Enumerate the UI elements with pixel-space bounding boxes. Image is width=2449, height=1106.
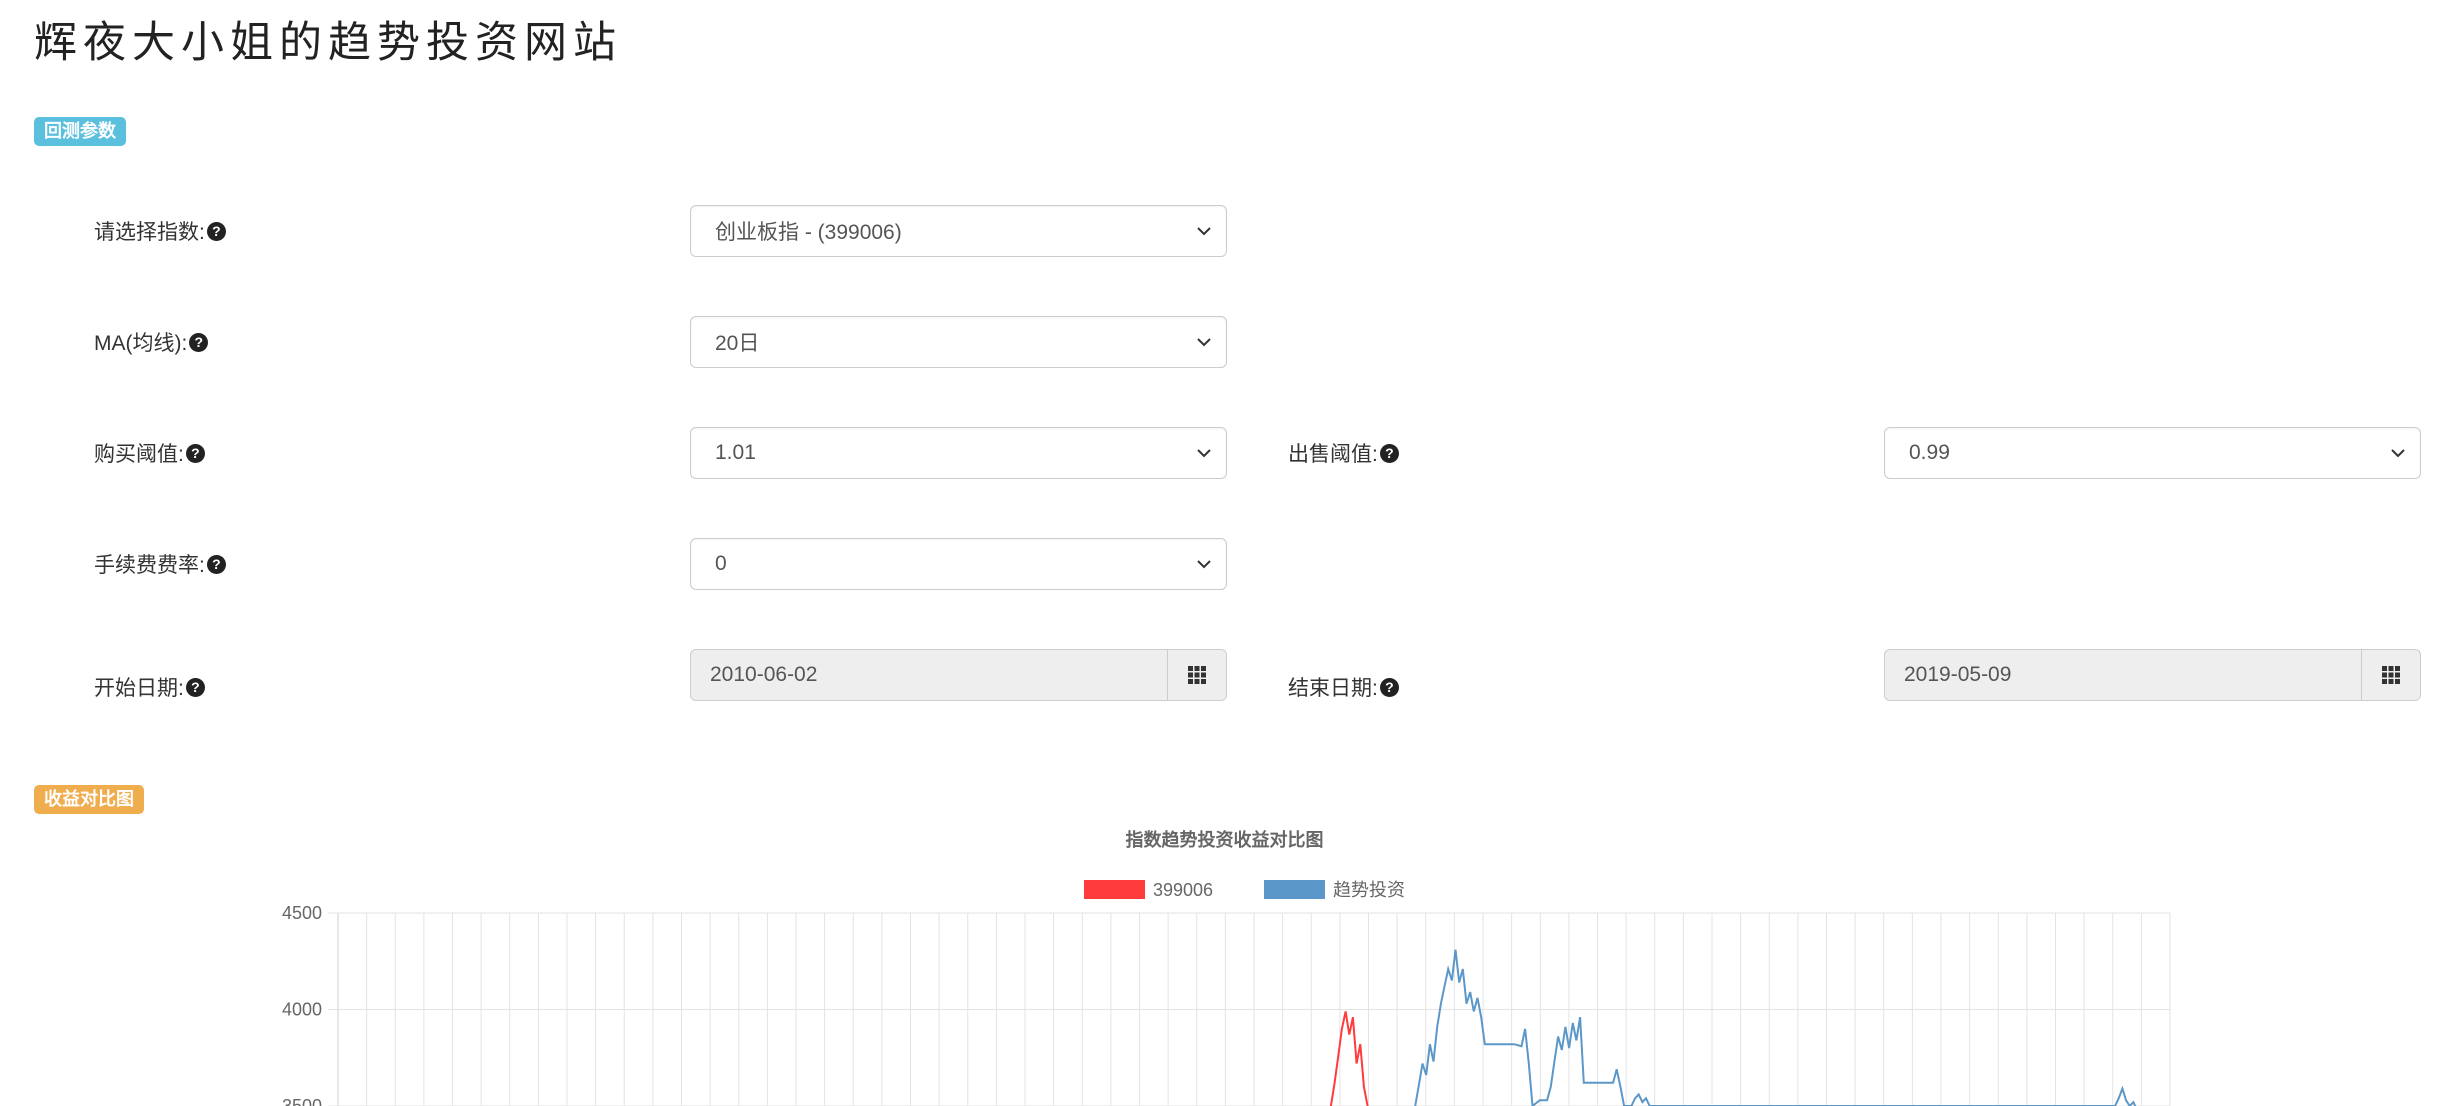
legend-swatch bbox=[1264, 880, 1325, 899]
y-tick-label: 4000 bbox=[282, 1000, 322, 1020]
series-line bbox=[1329, 1011, 1369, 1106]
legend-label: 399006 bbox=[1153, 880, 1213, 900]
ma-label-text: MA(均线): bbox=[94, 332, 188, 355]
fee-select-value: 0 bbox=[715, 552, 727, 575]
end-date-label: 结束日期: ? bbox=[1288, 672, 1399, 702]
sell-label: 出售阈值: ? bbox=[1288, 438, 1399, 468]
start-date-input[interactable]: 2010-06-02 bbox=[690, 649, 1227, 701]
chevron-down-icon bbox=[1197, 560, 1211, 569]
sell-threshold-select[interactable]: 0.99 bbox=[1884, 427, 2421, 479]
question-circle-icon[interactable]: ? bbox=[1379, 677, 1399, 697]
chevron-down-icon bbox=[2391, 449, 2405, 458]
question-circle-icon[interactable]: ? bbox=[206, 554, 226, 574]
ma-label: MA(均线): ? bbox=[94, 327, 209, 357]
chevron-down-icon bbox=[1197, 227, 1211, 236]
index-label: 请选择指数: ? bbox=[94, 216, 226, 246]
series-line bbox=[1414, 949, 2137, 1106]
start-date-label: 开始日期: ? bbox=[94, 672, 205, 702]
legend-label: 趋势投资 bbox=[1333, 880, 1405, 900]
sell-threshold-value: 0.99 bbox=[1909, 441, 1950, 464]
end-date-input[interactable]: 2019-05-09 bbox=[1884, 649, 2421, 701]
buy-label: 购买阈值: ? bbox=[94, 438, 205, 468]
end-date-value: 2019-05-09 bbox=[1904, 663, 2012, 686]
end-date-picker-button[interactable] bbox=[2361, 650, 2420, 700]
buy-label-text: 购买阈值: bbox=[94, 443, 184, 466]
fee-select[interactable]: 0 bbox=[690, 538, 1227, 590]
index-label-text: 请选择指数: bbox=[94, 221, 205, 244]
index-select[interactable]: 创业板指 - (399006) bbox=[690, 205, 1227, 257]
chart-title: 指数趋势投资收益对比图 bbox=[1125, 830, 1324, 850]
compare-badge: 收益对比图 bbox=[34, 785, 144, 814]
start-date-value: 2010-06-02 bbox=[710, 663, 818, 686]
question-circle-icon[interactable]: ? bbox=[189, 332, 209, 352]
y-tick-label: 4500 bbox=[282, 903, 322, 923]
chevron-down-icon bbox=[1197, 338, 1211, 347]
index-select-value: 创业板指 - (399006) bbox=[715, 221, 902, 244]
calendar-grid-icon bbox=[1188, 666, 1206, 684]
question-circle-icon[interactable]: ? bbox=[206, 221, 226, 241]
start-date-picker-button[interactable] bbox=[1167, 650, 1226, 700]
question-circle-icon[interactable]: ? bbox=[185, 443, 205, 463]
ma-select[interactable]: 20日 bbox=[690, 316, 1227, 368]
calendar-grid-icon bbox=[2382, 666, 2400, 684]
fee-label-text: 手续费费率: bbox=[94, 554, 205, 577]
sell-label-text: 出售阈值: bbox=[1288, 443, 1378, 466]
buy-threshold-value: 1.01 bbox=[715, 441, 756, 464]
returns-comparison-chart: 3500 4000 4500 399006 趋势投资 bbox=[282, 880, 2171, 1106]
end-date-label-text: 结束日期: bbox=[1288, 677, 1378, 700]
question-circle-icon[interactable]: ? bbox=[185, 677, 205, 697]
site-title: 辉夜大小姐的趋势投资网站 bbox=[34, 18, 622, 68]
y-tick-label: 3500 bbox=[282, 1096, 322, 1106]
fee-label: 手续费费率: ? bbox=[94, 549, 226, 579]
buy-threshold-select[interactable]: 1.01 bbox=[690, 427, 1227, 479]
start-date-label-text: 开始日期: bbox=[94, 677, 184, 700]
chevron-down-icon bbox=[1197, 449, 1211, 458]
params-badge: 回测参数 bbox=[34, 117, 126, 146]
legend-swatch bbox=[1084, 880, 1145, 899]
ma-select-value: 20日 bbox=[715, 332, 760, 355]
question-circle-icon[interactable]: ? bbox=[1379, 443, 1399, 463]
